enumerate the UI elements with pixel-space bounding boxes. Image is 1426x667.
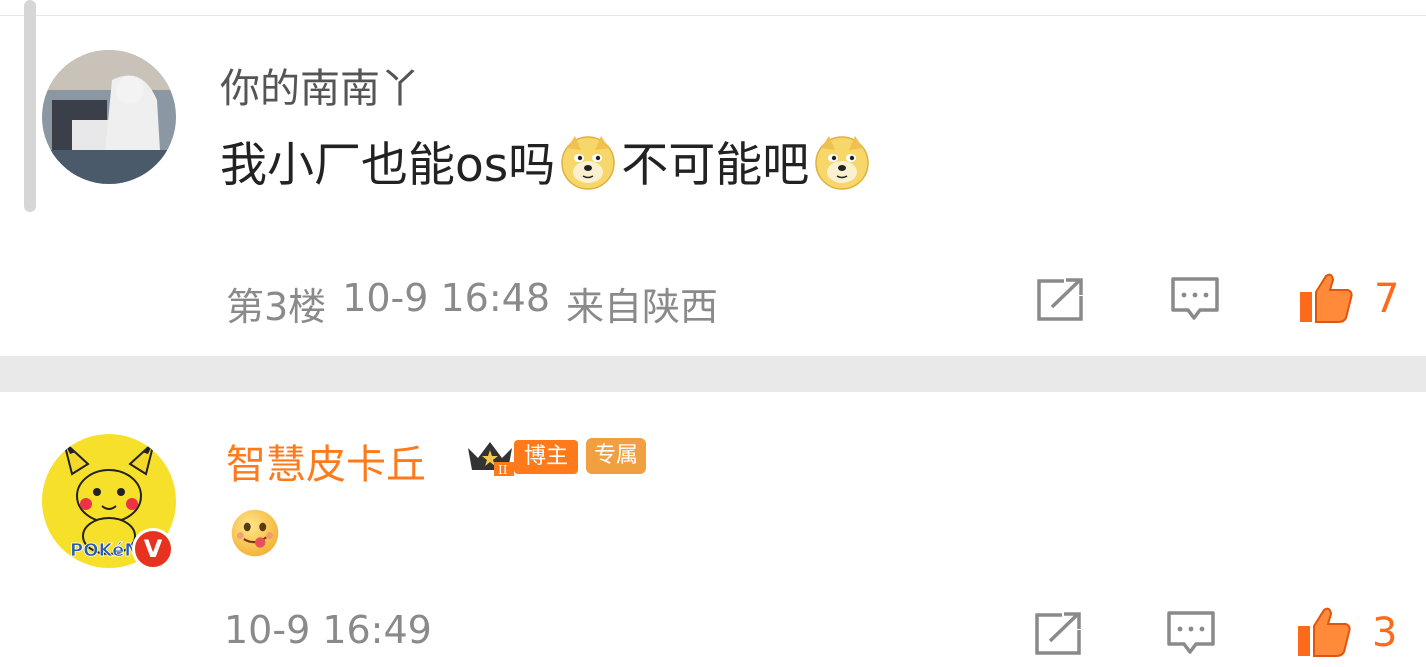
exclusive-badge: 专属 (586, 438, 647, 474)
comment-text (226, 508, 284, 558)
tongue-face-icon (231, 509, 279, 557)
location: 来自陕西 (566, 285, 719, 329)
comment-text-part: 我小厂也能os吗 (220, 138, 556, 193)
reply-icon[interactable] (1170, 276, 1220, 322)
doge-icon (815, 135, 869, 190)
doge-icon (561, 135, 615, 190)
comment-text-part: 不可能吧 (621, 138, 810, 193)
timestamp: 10-9 16:49 (224, 608, 432, 652)
comment-separator (0, 356, 1426, 392)
timestamp: 10-9 16:48 (342, 276, 551, 320)
crown-icon: II (468, 442, 514, 476)
thumbs-up-icon[interactable] (1298, 270, 1354, 324)
comment-meta: 第3楼 10-9 16:48 来自陕西 (226, 276, 718, 331)
verified-badge: V (132, 528, 174, 570)
share-icon[interactable] (1034, 610, 1084, 656)
blogger-badge: 博主 (514, 440, 579, 474)
like-count: 7 (1374, 276, 1400, 322)
reply-icon[interactable] (1166, 610, 1216, 656)
comment-item: POKéM V 智慧皮卡丘 II 博主 专属 10-9 16:49 3 (0, 392, 1426, 667)
username[interactable]: 你的南南丫 (220, 56, 420, 114)
svg-text:II: II (498, 463, 508, 476)
floor-number: 第3楼 (226, 285, 327, 329)
like-count: 3 (1372, 610, 1398, 656)
comment-item: 你的南南丫 我小厂也能os吗 不可能吧 第3楼 10-9 16:48 来自陕西 … (0, 0, 1426, 356)
thumbs-up-icon[interactable] (1296, 604, 1352, 658)
comment-text: 我小厂也能os吗 不可能吧 (220, 126, 875, 195)
avatar[interactable] (42, 50, 176, 184)
username[interactable]: 智慧皮卡丘 (226, 432, 426, 490)
comment-meta: 10-9 16:49 (224, 608, 432, 652)
share-icon[interactable] (1036, 276, 1086, 322)
